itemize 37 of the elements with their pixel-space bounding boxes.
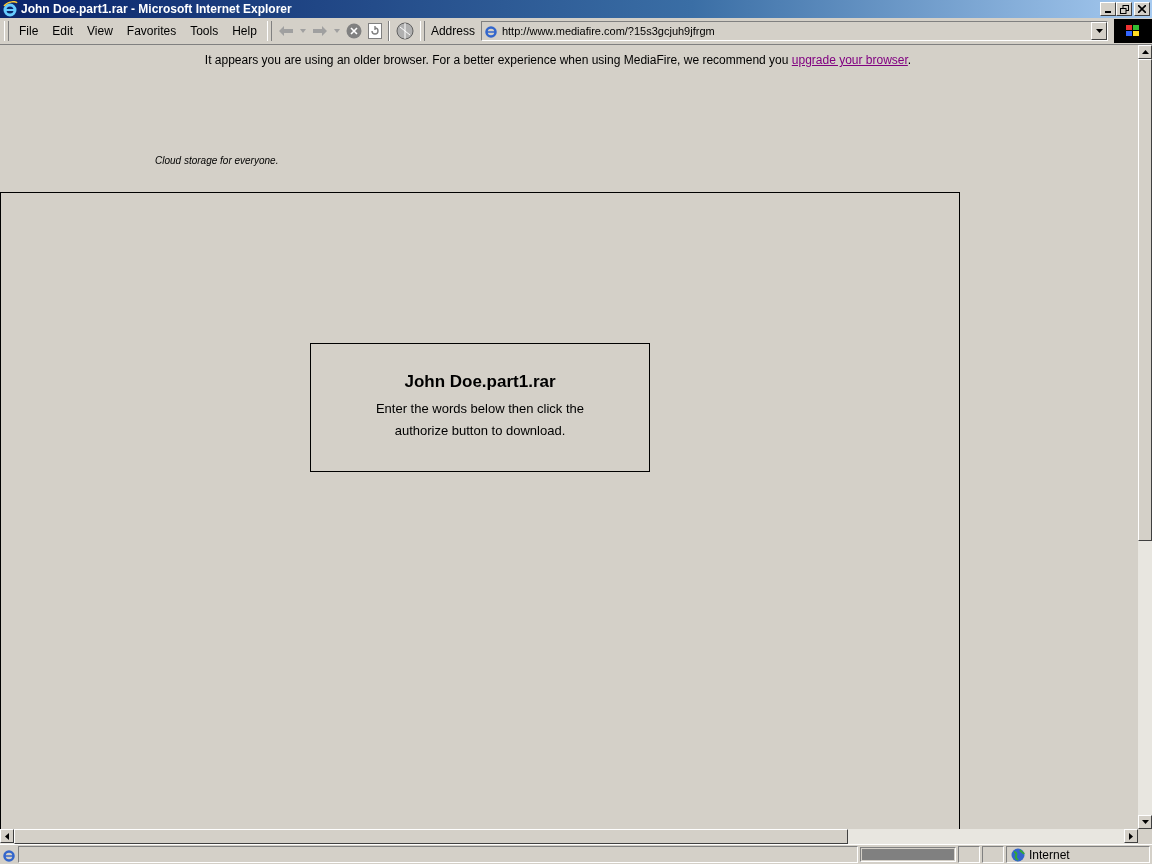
menu-item[interactable]: Help xyxy=(228,24,261,38)
window-title: John Doe.part1.rar - Microsoft Internet Explorer xyxy=(21,2,293,16)
address-field[interactable]: http://www.mediafire.com/?15s3gcjuh9jfrgm xyxy=(480,21,1108,41)
refresh-icon[interactable] xyxy=(367,23,382,39)
vertical-scrollbar[interactable] xyxy=(1138,45,1152,829)
upgrade-link[interactable]: upgrade your browser xyxy=(791,53,908,67)
globe-icon xyxy=(1011,847,1025,862)
left-arrow-icon[interactable] xyxy=(5,832,9,840)
menu-item[interactable]: Edit xyxy=(48,24,78,38)
menu-item[interactable]: File xyxy=(15,24,43,38)
page-icon xyxy=(483,24,498,38)
menu-item[interactable]: Tools xyxy=(186,24,223,38)
status-pane xyxy=(958,846,980,863)
restore-icon xyxy=(1119,4,1129,14)
menu-item[interactable]: Favorites xyxy=(122,24,181,38)
address-label: Address xyxy=(430,24,475,38)
browser-notice: It appears you are using an older browser. For a better experience when using MediaFire, we recommend you upgrade your browser. xyxy=(203,53,913,67)
browser-logo-icon xyxy=(2,1,18,17)
globe-icon[interactable] xyxy=(395,22,414,40)
horizontal-scrollbar[interactable] xyxy=(0,829,1152,844)
caret-icon[interactable] xyxy=(1095,29,1103,33)
security-zone: Internet xyxy=(1029,847,1070,862)
minimize-button[interactable] xyxy=(1100,2,1116,16)
close-icon xyxy=(1138,5,1146,13)
stop-icon[interactable] xyxy=(345,23,362,39)
download-instructions: Enter the words below then click the authorize button to download. xyxy=(374,400,586,440)
right-arrow-icon[interactable] xyxy=(1129,832,1133,840)
up-arrow-icon[interactable] xyxy=(1141,50,1149,54)
status-pane xyxy=(982,846,1004,863)
tagline: Cloud storage for everyone. xyxy=(155,155,280,166)
down-arrow-icon[interactable] xyxy=(1141,820,1149,824)
restore-button[interactable] xyxy=(1116,2,1132,16)
page-icon xyxy=(2,847,16,862)
file-name: John Doe.part1.rar xyxy=(403,372,557,392)
close-button[interactable] xyxy=(1134,2,1150,16)
menu-item[interactable]: View xyxy=(83,24,117,38)
windows-logo-icon xyxy=(1114,19,1152,43)
